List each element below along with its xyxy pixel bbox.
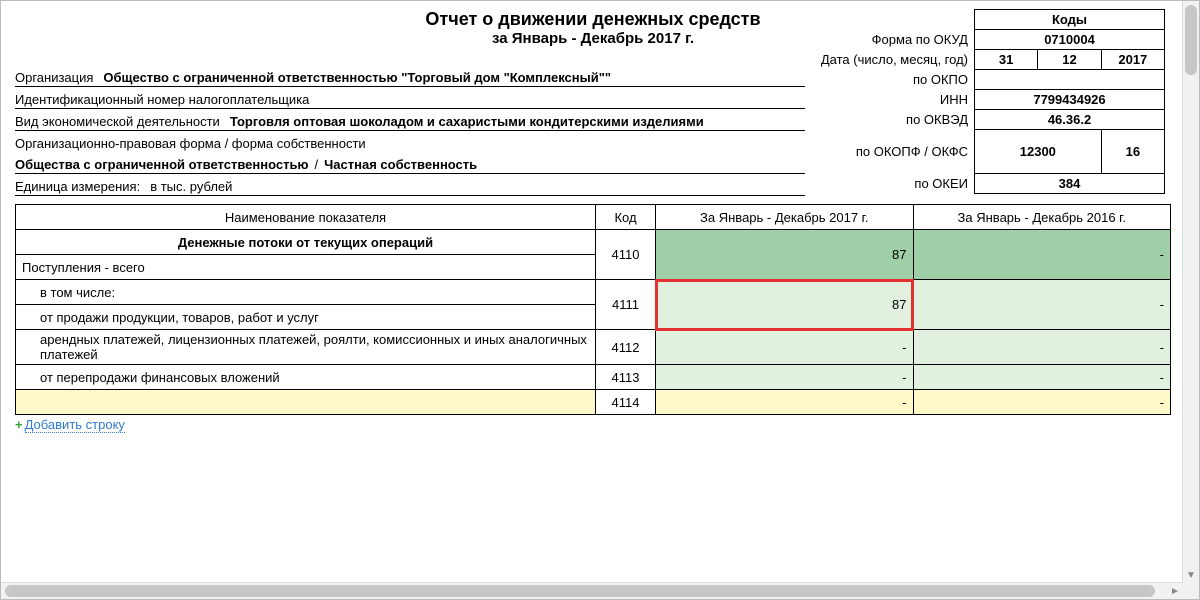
inn-label: Идентификационный номер налогоплательщик… [15,92,805,107]
plus-icon: + [15,417,25,432]
codes-panel: Коды Форма по ОКУД 0710004 Дата (число, … [815,9,1165,194]
okpo-value [975,70,1165,90]
okopf-label: по ОКОПФ / ОКФС [815,130,975,174]
scroll-corner [1183,583,1199,599]
date-day: 31 [999,52,1013,67]
vertical-scroll-thumb[interactable] [1185,5,1197,75]
legal-form-label: Организационно-правовая форма / форма со… [15,136,376,151]
activity-label: Вид экономической деятельности [15,114,230,129]
org-label: Организация [15,70,103,85]
cell-code: 4111 [596,280,656,330]
cell-previous[interactable]: - [913,330,1171,365]
cell-current[interactable]: - [656,390,914,415]
cell-current[interactable]: - [656,365,914,390]
cell-name: в том числе: [16,280,596,305]
date-month: 12 [1062,52,1076,67]
vertical-scrollbar[interactable]: ▼ [1182,1,1199,583]
table-header-row: Наименование показателя Код За Январь - … [16,205,1171,230]
inn-code-label: ИНН [815,90,975,110]
cell-name: от продажи продукции, товаров, работ и у… [16,305,596,330]
legal-form-value: Общества с ограниченной ответственностью [15,157,309,172]
org-info: Организация Общество с ограниченной отве… [15,51,805,196]
cell-name: Поступления - всего [16,255,596,280]
col-current-header: За Январь - Декабрь 2017 г. [656,205,914,230]
okei-value: 384 [1059,176,1081,191]
cell-code: 4110 [596,230,656,280]
cashflow-table: Наименование показателя Код За Январь - … [15,204,1171,415]
unit-label: Единица измерения: [15,179,150,194]
scroll-right-icon[interactable]: ► [1167,583,1183,599]
add-row-link[interactable]: +Добавить строку [15,417,1171,432]
cell-current[interactable]: 87 [656,230,914,280]
okved-value: 46.36.2 [1048,112,1091,127]
unit-value: в тыс. рублей [150,179,232,194]
cell-current-highlighted[interactable]: 87 [656,280,914,330]
cell-current[interactable]: - [656,330,914,365]
table-row: арендных платежей, лицензионных платежей… [16,330,1171,365]
section-row: Денежные потоки от текущих операций 4110… [16,230,1171,255]
date-label: Дата (число, месяц, год) [815,50,975,70]
ownership-value: Частная собственность [324,157,805,172]
activity-value: Торговля оптовая шоколадом и сахаристыми… [230,114,805,129]
col-previous-header: За Январь - Декабрь 2016 г. [913,205,1171,230]
document-body: Отчет о движении денежных средств за Янв… [1,1,1183,583]
okpo-label: по ОКПО [815,70,975,90]
table-row: от перепродажи финансовых вложений 4113 … [16,365,1171,390]
cell-code: 4114 [596,390,656,415]
cell-code: 4113 [596,365,656,390]
document-viewport: Отчет о движении денежных средств за Янв… [0,0,1200,600]
table-row: 4114 - - [16,390,1171,415]
cell-previous[interactable]: - [913,280,1171,330]
cell-previous[interactable]: - [913,365,1171,390]
cell-code: 4112 [596,330,656,365]
cell-previous[interactable]: - [913,230,1171,280]
org-name: Общество с ограниченной ответственностью… [103,70,805,85]
add-row-label: Добавить строку [25,417,125,433]
horizontal-scroll-thumb[interactable] [5,585,1155,597]
inn-value: 7799434926 [1033,92,1105,107]
cell-name: от перепродажи финансовых вложений [16,365,596,390]
col-code-header: Код [596,205,656,230]
okopf-value: 12300 [1020,144,1056,159]
cell-name[interactable] [16,390,596,415]
okei-label: по ОКЕИ [815,174,975,194]
cell-name: арендных платежей, лицензионных платежей… [16,330,596,365]
col-name-header: Наименование показателя [16,205,596,230]
date-year: 2017 [1118,52,1147,67]
okved-label: по ОКВЭД [815,110,975,130]
okfs-value: 16 [1126,144,1140,159]
okud-label: Форма по ОКУД [815,30,975,50]
section-title: Денежные потоки от текущих операций [16,230,596,255]
scroll-down-icon[interactable]: ▼ [1183,567,1199,583]
okud-value: 0710004 [1044,32,1095,47]
codes-header: Коды [975,10,1165,30]
table-row: в том числе: 4111 87 - [16,280,1171,305]
horizontal-scrollbar[interactable]: ◄ ► [1,582,1183,599]
cell-previous[interactable]: - [913,390,1171,415]
